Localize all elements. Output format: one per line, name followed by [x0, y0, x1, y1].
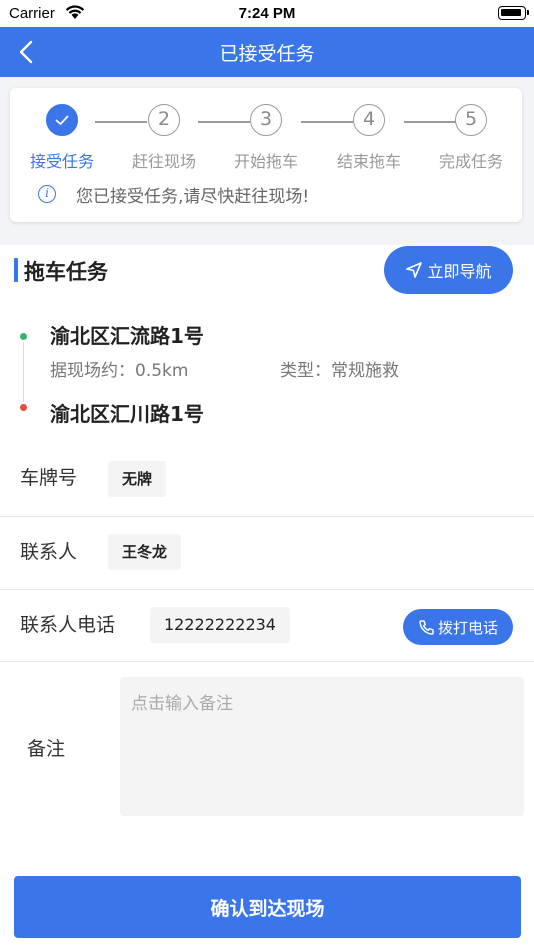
navigate-now-label: 立即导航: [427, 262, 492, 281]
step-number: 3: [250, 104, 282, 136]
remark-label: 备注: [27, 738, 66, 760]
end-address: 渝北区汇川路1号: [50, 402, 204, 426]
step-end-towing: 4 结束拖车: [324, 104, 414, 172]
route-connector: [23, 342, 24, 402]
navigation-arrow-icon: [406, 262, 423, 278]
call-phone-button[interactable]: 拨打电话: [403, 609, 513, 645]
plate-value: 无牌: [108, 461, 167, 497]
step-accept-task: 接受任务: [17, 104, 107, 172]
contact-label: 联系人: [20, 541, 78, 563]
step-number: 2: [148, 104, 180, 136]
contact-value: 王冬龙: [108, 534, 182, 570]
step-label: 完成任务: [438, 152, 503, 171]
step-start-towing: 3 开始拖车: [221, 104, 311, 172]
call-phone-label: 拨打电话: [437, 618, 498, 637]
divider: [0, 661, 534, 662]
end-point-marker: [20, 404, 27, 411]
clock-time: 7:24 PM: [238, 5, 296, 22]
divider: [0, 589, 534, 590]
phone-icon: [419, 619, 434, 635]
step-number: 4: [353, 104, 385, 136]
step-label: 开始拖车: [233, 152, 298, 171]
navigation-bar: 已接受任务: [0, 27, 534, 77]
notice-text: 您已接受任务,请尽快赶往现场!: [76, 187, 310, 207]
step-go-to-scene: 2 赶往现场: [119, 104, 209, 172]
status-bar: Carrier 7:24 PM: [0, 0, 534, 27]
info-icon: i: [38, 185, 56, 203]
step-label: 赶往现场: [131, 152, 196, 171]
confirm-arrival-button[interactable]: 确认到达现场: [14, 876, 521, 938]
start-point-marker: [20, 333, 27, 340]
phone-value: 12222222234: [150, 607, 290, 643]
section-accent-bar: [14, 258, 18, 282]
divider: [0, 516, 534, 517]
distance-text: 据现场约：0.5km: [50, 361, 189, 381]
step-number: 5: [455, 104, 487, 136]
start-address: 渝北区汇流路1号: [50, 324, 204, 348]
checkmark-icon: [46, 104, 78, 136]
step-complete-task: 5 完成任务: [426, 104, 516, 172]
battery-icon: [498, 6, 529, 20]
section-title: 拖车任务: [24, 260, 108, 284]
progress-steps-card: 接受任务 2 赶往现场 3 开始拖车 4 结束拖车 5 完成任务 i 您已接受任…: [10, 88, 522, 222]
step-label: 接受任务: [29, 152, 94, 171]
remark-input[interactable]: [120, 677, 524, 816]
navigate-now-button[interactable]: 立即导航: [384, 246, 513, 294]
page-title: 已接受任务: [219, 43, 315, 65]
step-label: 结束拖车: [336, 152, 401, 171]
rescue-type-text: 类型：常规施救: [280, 361, 399, 381]
plate-label: 车牌号: [20, 467, 78, 489]
phone-label: 联系人电话: [20, 614, 116, 636]
